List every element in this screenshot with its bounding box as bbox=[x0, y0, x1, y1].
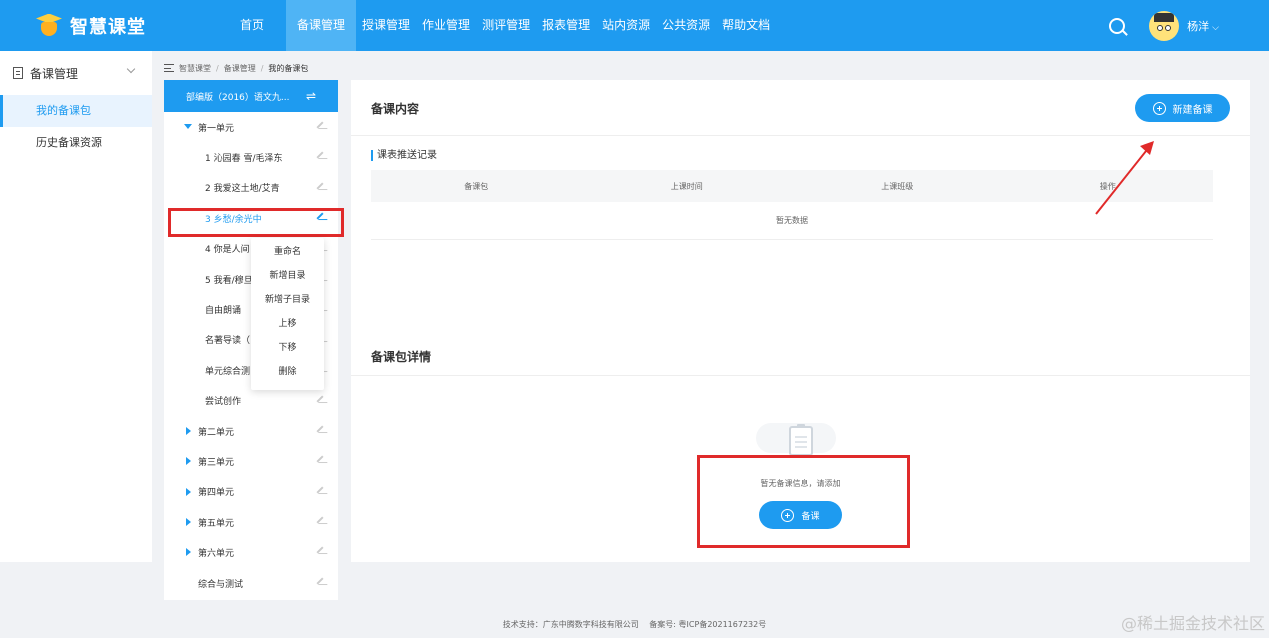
footer-text: 技术支持：广东中腾数字科技有限公司 备案号: 粤ICP备2021167232号 bbox=[502, 620, 767, 629]
brand[interactable]: 智慧课堂 bbox=[36, 13, 236, 39]
textbook-name: 部编版（2016）语文九... bbox=[186, 92, 290, 103]
breadcrumb-item[interactable]: 备课管理 bbox=[224, 63, 256, 74]
caret-right-icon[interactable] bbox=[186, 548, 191, 557]
chevron-down-icon: ⌵ bbox=[1212, 22, 1219, 33]
menu-item-delete[interactable]: 删除 bbox=[251, 360, 324, 384]
watermark: @稀土掘金技术社区 bbox=[1120, 614, 1265, 633]
document-icon bbox=[13, 67, 23, 79]
plus-circle-icon bbox=[1152, 101, 1166, 115]
user-menu[interactable]: 杨洋 ⌵ bbox=[1187, 18, 1219, 34]
nav-teaching[interactable]: 授课管理 bbox=[356, 0, 416, 51]
edit-icon[interactable] bbox=[316, 577, 324, 585]
tree-node-unit[interactable]: 第二单元 bbox=[164, 416, 338, 446]
menu-item-rename[interactable]: 重命名 bbox=[251, 240, 324, 264]
swap-icon[interactable]: ⇌ bbox=[306, 89, 316, 103]
caret-right-icon[interactable] bbox=[186, 487, 191, 496]
breadcrumb-item[interactable]: 智慧课堂 bbox=[179, 63, 211, 74]
tree-node-unit[interactable]: 第六单元 bbox=[164, 537, 338, 567]
nav-help-docs[interactable]: 帮助文档 bbox=[716, 0, 776, 51]
table-empty-row: 暂无数据 bbox=[371, 202, 1213, 240]
sidebar-group-label: 备课管理 bbox=[30, 66, 79, 81]
nav-reports[interactable]: 报表管理 bbox=[536, 0, 596, 51]
column-header: 上课时间 bbox=[670, 181, 703, 191]
column-header: 备课包 bbox=[464, 181, 489, 191]
context-menu: 重命名 新增目录 新增子目录 上移 下移 删除 bbox=[251, 238, 324, 390]
divider bbox=[351, 375, 1250, 376]
breadcrumb-current: 我的备课包 bbox=[268, 63, 309, 73]
search-icon[interactable] bbox=[1109, 17, 1126, 34]
tree-node-unit[interactable]: 第一单元 bbox=[164, 112, 338, 142]
sidebar-item-my-packages[interactable]: 我的备课包 bbox=[0, 95, 152, 127]
sidebar: 备课管理 我的备课包 历史备课资源 bbox=[0, 51, 152, 562]
nav-homework[interactable]: 作业管理 bbox=[416, 0, 476, 51]
highlight-box-empty-state bbox=[697, 455, 910, 548]
push-record-table: 备课包 上课时间 上课班级 操作 暂无数据 bbox=[371, 170, 1213, 240]
caret-down-icon[interactable] bbox=[184, 124, 192, 129]
tree-node-lesson[interactable]: 尝试创作 bbox=[164, 386, 338, 416]
caret-right-icon[interactable] bbox=[186, 426, 191, 435]
tree-node-unit[interactable]: 综合与测试 bbox=[164, 568, 338, 598]
tree-node-unit[interactable]: 第四单元 bbox=[164, 477, 338, 507]
sidebar-item-history[interactable]: 历史备课资源 bbox=[0, 127, 152, 159]
nav-home[interactable]: 首页 bbox=[240, 0, 286, 51]
detail-title: 备课包详情 bbox=[371, 350, 432, 364]
edit-icon[interactable] bbox=[316, 486, 324, 494]
logo-icon bbox=[36, 13, 62, 38]
push-record-title: 课表推送记录 bbox=[371, 150, 437, 161]
edit-icon[interactable] bbox=[316, 394, 324, 403]
top-nav-bar: 智慧课堂 首页 备课管理 授课管理 作业管理 测评管理 报表管理 站内资源 公共… bbox=[0, 0, 1269, 51]
menu-fold-icon[interactable] bbox=[164, 64, 174, 72]
edit-icon[interactable] bbox=[316, 151, 324, 159]
menu-item-add-folder[interactable]: 新增目录 bbox=[251, 264, 324, 288]
tree-node-lesson[interactable]: 1 沁园春 雪/毛泽东 bbox=[164, 142, 338, 172]
menu-item-move-down[interactable]: 下移 bbox=[251, 336, 324, 360]
column-header: 上课班级 bbox=[881, 181, 914, 191]
main-nav: 首页 备课管理 授课管理 作业管理 测评管理 报表管理 站内资源 公共资源 帮助… bbox=[236, 0, 776, 51]
top-right-area: 杨洋 ⌵ bbox=[1109, 0, 1269, 51]
nav-lesson-prep[interactable]: 备课管理 bbox=[286, 0, 357, 51]
edit-icon[interactable] bbox=[316, 546, 324, 555]
sidebar-group-lesson-prep[interactable]: 备课管理 bbox=[0, 51, 152, 95]
menu-item-add-subfolder[interactable]: 新增子目录 bbox=[251, 288, 324, 312]
menu-item-move-up[interactable]: 上移 bbox=[251, 312, 324, 336]
tree-node-unit[interactable]: 第三单元 bbox=[164, 446, 338, 476]
edit-icon[interactable] bbox=[316, 516, 324, 524]
edit-icon[interactable] bbox=[316, 121, 324, 129]
username: 杨洋 bbox=[1187, 19, 1210, 33]
edit-icon[interactable] bbox=[316, 425, 324, 433]
new-lesson-button[interactable]: 新建备课 bbox=[1135, 94, 1230, 122]
caret-right-icon[interactable] bbox=[186, 518, 191, 527]
nav-public-resources[interactable]: 公共资源 bbox=[656, 0, 716, 51]
highlight-box-selected-lesson bbox=[168, 208, 344, 237]
breadcrumb: 智慧课堂 / 备课管理 / 我的备课包 bbox=[164, 61, 308, 75]
avatar[interactable] bbox=[1149, 10, 1180, 41]
new-lesson-label: 新建备课 bbox=[1172, 104, 1213, 116]
tree-node-unit[interactable]: 第五单元 bbox=[164, 507, 338, 537]
annotation-arrow-icon bbox=[1095, 141, 1154, 215]
content-title: 备课内容 bbox=[371, 102, 420, 116]
edit-icon[interactable] bbox=[316, 182, 324, 190]
table-header: 备课包 上课时间 上课班级 操作 bbox=[371, 170, 1213, 202]
nav-assessment[interactable]: 测评管理 bbox=[476, 0, 536, 51]
chevron-down-icon bbox=[126, 64, 136, 74]
brand-title: 智慧课堂 bbox=[70, 16, 146, 38]
nav-site-resources[interactable]: 站内资源 bbox=[596, 0, 656, 51]
tree-node-lesson[interactable]: 2 我爱这土地/艾青 bbox=[164, 173, 338, 203]
textbook-selector[interactable]: 部编版（2016）语文九... ⇌ bbox=[164, 80, 338, 112]
caret-right-icon[interactable] bbox=[186, 457, 191, 466]
edit-icon[interactable] bbox=[316, 455, 324, 463]
